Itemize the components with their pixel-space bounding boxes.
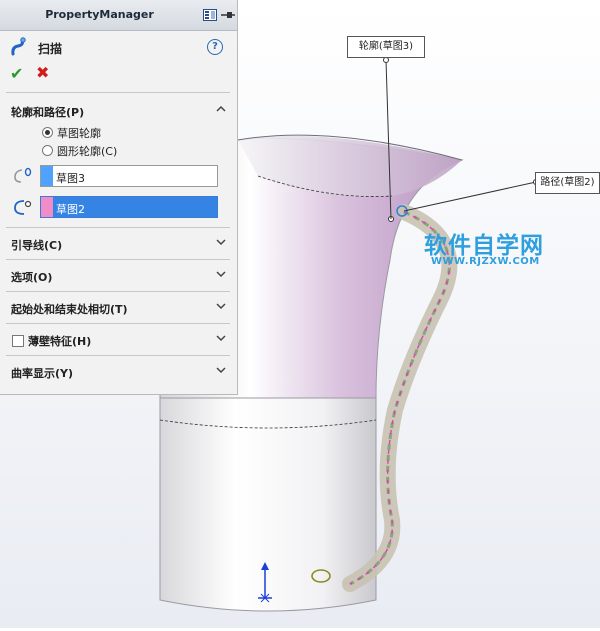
path-color-swatch: [41, 197, 53, 217]
path-field-value: 草图2: [56, 203, 85, 216]
section-tangency-label: 起始处和结束处相切(T): [11, 303, 128, 316]
section-curvature[interactable]: 曲率显示(Y): [0, 357, 238, 387]
toggle-view-icon[interactable]: [203, 9, 217, 21]
profile-field-value: 草图3: [56, 172, 85, 185]
panel-title: PropertyManager: [45, 8, 154, 21]
watermark-url: WWW.RJZXW.COM: [431, 256, 540, 267]
chevron-down-icon[interactable]: [216, 301, 226, 311]
section-guide-curves[interactable]: 引导线(C): [0, 229, 238, 259]
radio-button[interactable]: [42, 145, 53, 156]
divider: [6, 259, 230, 260]
radio-sketch-profile[interactable]: 草图轮廓: [42, 125, 101, 141]
path-icon: [14, 200, 32, 215]
profile-icon: [14, 167, 32, 183]
radio-circular-profile[interactable]: 圆形轮廓(C): [42, 143, 117, 159]
chevron-down-icon[interactable]: [216, 269, 226, 279]
section-curvature-label: 曲率显示(Y): [11, 367, 74, 380]
section-tangency[interactable]: 起始处和结束处相切(T): [0, 293, 238, 323]
profile-color-swatch: [41, 166, 53, 186]
divider: [6, 227, 230, 228]
pin-icon[interactable]: [221, 9, 235, 21]
divider: [6, 92, 230, 93]
chevron-down-icon[interactable]: [216, 333, 226, 343]
section-options-label: 选项(O): [11, 271, 53, 284]
section-guide-curves-label: 引导线(C): [11, 239, 63, 252]
watermark-title: 软件自学网: [424, 233, 544, 259]
section-profile-path[interactable]: 轮廓和路径(P): [0, 96, 238, 126]
section-thin-feature[interactable]: 薄壁特征(H): [0, 325, 238, 355]
panel-header: PropertyManager: [0, 0, 237, 31]
divider: [6, 355, 230, 356]
divider: [6, 291, 230, 292]
radio-label: 圆形轮廓(C): [57, 145, 118, 158]
property-manager-panel: PropertyManager 扫描 ? ✔ ✖ 轮廓和路径(P) 草图轮廓 圆…: [0, 0, 238, 395]
section-options[interactable]: 选项(O): [0, 261, 238, 291]
feature-name: 扫描: [38, 42, 63, 56]
path-callout[interactable]: 路径(草图2): [535, 172, 600, 194]
chevron-up-icon[interactable]: [216, 104, 226, 114]
divider: [6, 323, 230, 324]
profile-callout[interactable]: 轮廓(草图3): [347, 36, 425, 58]
sweep-feature-icon: [11, 37, 26, 56]
profile-field[interactable]: 草图3: [40, 165, 218, 187]
chevron-down-icon[interactable]: [216, 237, 226, 247]
chevron-down-icon[interactable]: [216, 365, 226, 375]
section-profile-path-label: 轮廓和路径(P): [11, 106, 85, 119]
cancel-icon[interactable]: ✖: [36, 63, 49, 82]
radio-button-selected[interactable]: [42, 127, 53, 138]
ok-icon[interactable]: ✔: [10, 64, 23, 83]
help-icon[interactable]: ?: [207, 39, 223, 55]
section-thin-feature-label: 薄壁特征(H): [28, 335, 92, 348]
thin-feature-checkbox[interactable]: [12, 335, 24, 347]
radio-label: 草图轮廓: [57, 127, 101, 140]
path-field[interactable]: 草图2: [40, 196, 218, 218]
